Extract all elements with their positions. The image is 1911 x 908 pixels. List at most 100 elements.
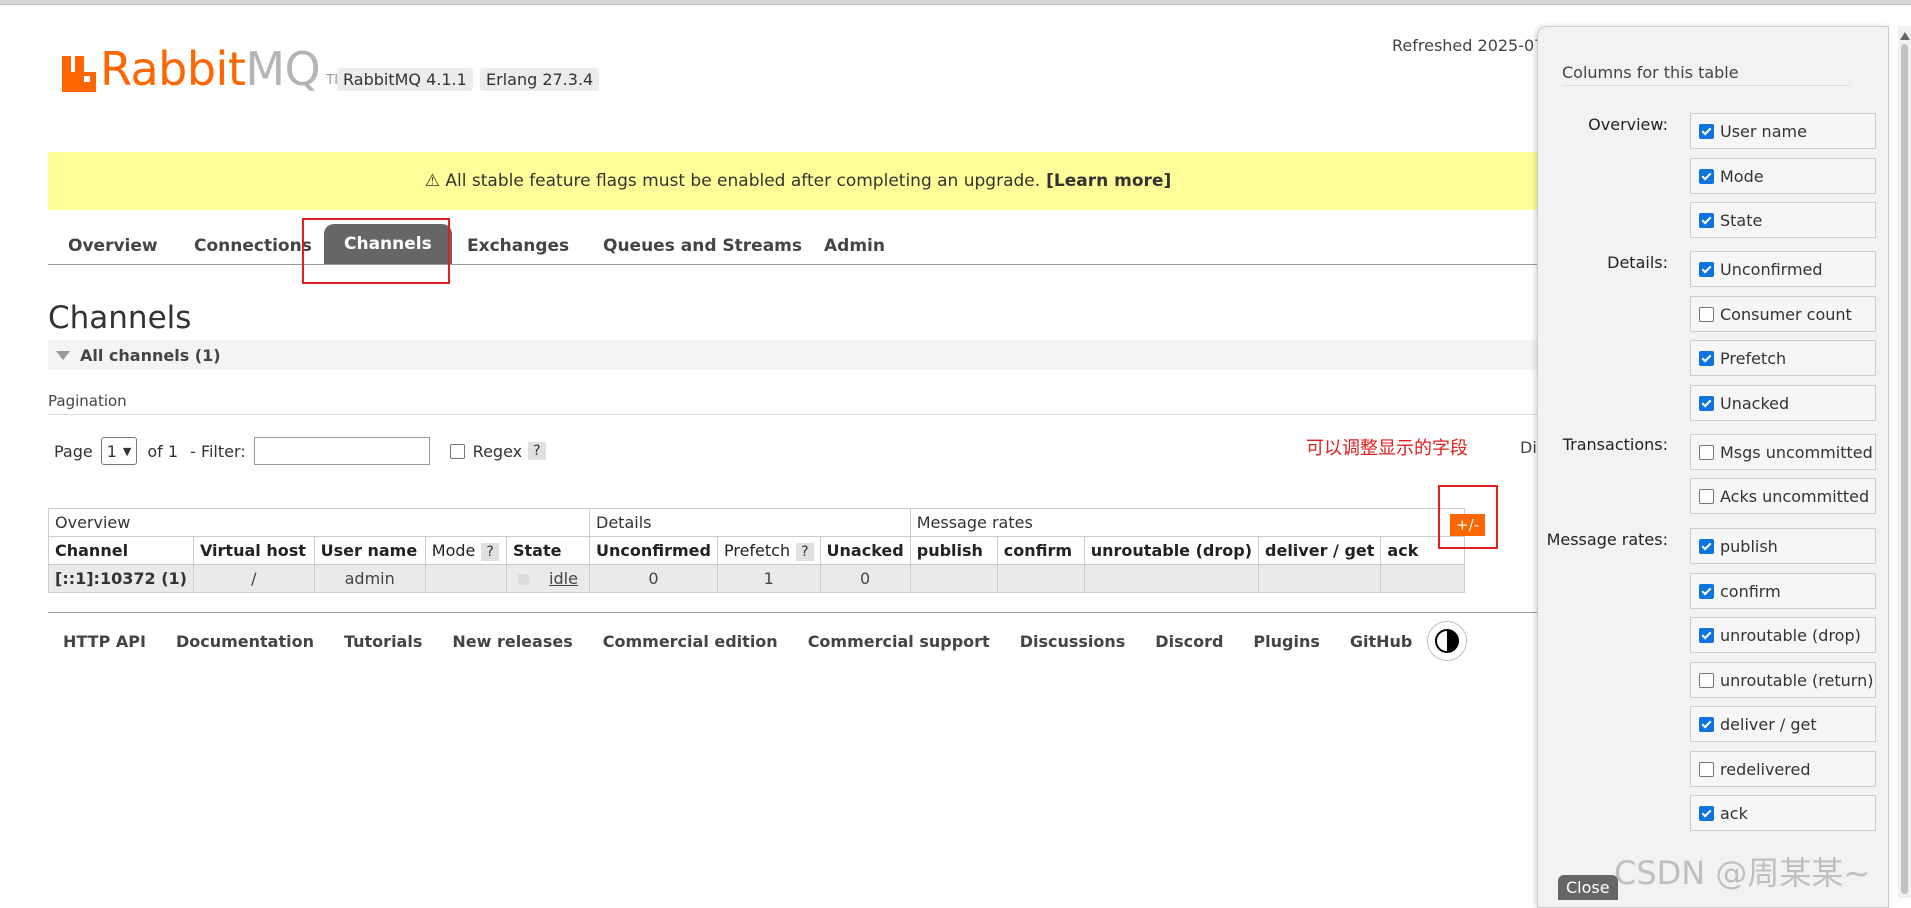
user-cell: admin (313, 564, 426, 593)
unroutable-drop-cell (1083, 564, 1260, 593)
group-label-overview: Overview: (1588, 115, 1668, 134)
main-nav-tabs: Overview Connections Channels Exchanges … (48, 220, 1548, 265)
column-option-mode[interactable]: Mode (1690, 158, 1876, 194)
group-header-details: Details (589, 508, 911, 537)
column-header-publish[interactable]: publish (909, 536, 998, 565)
filter-input[interactable] (253, 437, 430, 465)
page-select[interactable]: 1 ▼ (100, 437, 138, 465)
column-header-state[interactable]: State (506, 536, 590, 565)
column-header-channel[interactable]: Channel (48, 536, 194, 565)
channel-link[interactable]: [::1]:10372 (1) (48, 564, 194, 593)
column-option-unconfirmed[interactable]: Unconfirmed (1690, 251, 1876, 287)
column-option-publish[interactable]: publish (1690, 528, 1876, 564)
deliver-get-cell (1258, 564, 1382, 593)
unconfirmed-cell: 0 (589, 564, 718, 593)
rabbitmq-logo[interactable]: RabbitMQ TM (62, 46, 345, 92)
column-option-consumer-count[interactable]: Consumer count (1690, 296, 1876, 332)
checkbox-checked[interactable] (1699, 168, 1714, 184)
checkbox-unchecked[interactable] (1699, 306, 1714, 322)
close-panel-button[interactable]: Close (1558, 875, 1618, 900)
footer-link-tutorials[interactable]: Tutorials (344, 632, 422, 651)
checkbox-unchecked[interactable] (1699, 444, 1714, 460)
checkbox-checked[interactable] (1699, 212, 1714, 228)
unacked-cell: 0 (819, 564, 911, 593)
prefetch-help-button[interactable]: ? (796, 542, 814, 561)
regex-help-button[interactable]: ? (528, 442, 546, 460)
column-option-confirm[interactable]: confirm (1690, 573, 1876, 609)
column-header-unroutable-drop[interactable]: unroutable (drop) (1083, 536, 1260, 565)
column-option-unroutable-return[interactable]: unroutable (return) (1690, 662, 1876, 698)
group-label-transactions: Transactions: (1562, 435, 1668, 454)
checkbox-checked[interactable] (1699, 583, 1714, 599)
refreshed-timestamp: Refreshed 2025-07 (1392, 36, 1537, 55)
feature-flags-banner: ⚠ All stable feature flags must be enabl… (48, 152, 1548, 210)
column-header-deliver-get[interactable]: deliver / get (1258, 536, 1382, 565)
checkbox-checked[interactable] (1699, 805, 1714, 821)
footer-links: HTTP API Documentation Tutorials New rel… (63, 622, 1467, 660)
column-header-confirm[interactable]: confirm (996, 536, 1085, 565)
column-header-virtual-host[interactable]: Virtual host (192, 536, 315, 565)
footer-divider (48, 612, 1548, 613)
footer-link-plugins[interactable]: Plugins (1253, 632, 1319, 651)
scroll-up-arrow-icon[interactable] (1900, 32, 1910, 40)
page-count-label: of 1 (147, 441, 179, 461)
state-cell: idle (506, 564, 590, 593)
checkbox-unchecked[interactable] (1699, 488, 1714, 504)
ack-cell (1380, 564, 1466, 593)
column-option-prefetch[interactable]: Prefetch (1690, 340, 1876, 376)
checkbox-checked[interactable] (1699, 538, 1714, 554)
column-option-redelivered[interactable]: redelivered (1690, 751, 1876, 787)
pagination-divider (48, 414, 1548, 415)
footer-link-http-api[interactable]: HTTP API (63, 632, 146, 651)
page-scrollbar[interactable] (1898, 26, 1911, 898)
column-option-deliver-get[interactable]: deliver / get (1690, 706, 1876, 742)
column-header-prefetch[interactable]: Prefetch? (716, 536, 821, 565)
truncated-text: Di (1520, 438, 1537, 457)
tab-queues-and-streams[interactable]: Queues and Streams (593, 230, 812, 262)
group-label-message-rates: Message rates: (1546, 530, 1668, 549)
filter-label: - Filter: (190, 441, 246, 461)
learn-more-link[interactable]: [Learn more] (1046, 171, 1171, 191)
chevron-down-icon: ▼ (122, 444, 132, 458)
footer-link-github[interactable]: GitHub (1350, 632, 1413, 651)
scrollbar-thumb[interactable] (1901, 44, 1908, 894)
column-header-unacked[interactable]: Unacked (819, 536, 911, 565)
page-label: Page (54, 441, 93, 461)
checkbox-checked[interactable] (1699, 716, 1714, 732)
column-header-mode[interactable]: Mode? (424, 536, 508, 565)
footer-link-discord[interactable]: Discord (1155, 632, 1223, 651)
column-header-user-name[interactable]: User name (313, 536, 426, 565)
column-option-acks-uncommitted[interactable]: Acks uncommitted (1690, 478, 1876, 514)
checkbox-checked[interactable] (1699, 350, 1714, 366)
theme-toggle-icon[interactable] (1428, 622, 1467, 660)
section-label: All channels (1) (80, 345, 221, 365)
regex-checkbox[interactable] (449, 443, 465, 459)
footer-link-documentation[interactable]: Documentation (176, 632, 314, 651)
footer-link-commercial-edition[interactable]: Commercial edition (603, 632, 778, 651)
checkbox-checked[interactable] (1699, 627, 1714, 643)
footer-link-commercial-support[interactable]: Commercial support (808, 632, 990, 651)
tab-admin[interactable]: Admin (814, 230, 895, 262)
checkbox-checked[interactable] (1699, 395, 1714, 411)
annotation-text: 可以调整显示的字段 (1306, 438, 1468, 459)
all-channels-section-toggle[interactable]: All channels (1) (48, 340, 1548, 370)
mode-help-button[interactable]: ? (481, 542, 499, 561)
column-option-ack[interactable]: ack (1690, 795, 1876, 831)
column-option-unroutable-drop[interactable]: unroutable (drop) (1690, 617, 1876, 653)
group-header-message-rates: Message rates (909, 508, 1466, 537)
footer-link-discussions[interactable]: Discussions (1020, 632, 1126, 651)
column-option-user-name[interactable]: User name (1690, 113, 1876, 149)
checkbox-checked[interactable] (1699, 261, 1714, 277)
tab-exchanges[interactable]: Exchanges (457, 230, 579, 262)
checkbox-unchecked[interactable] (1699, 672, 1714, 688)
column-option-unacked[interactable]: Unacked (1690, 385, 1876, 421)
checkbox-unchecked[interactable] (1699, 761, 1714, 777)
column-header-unconfirmed[interactable]: Unconfirmed (589, 536, 718, 565)
checkbox-checked[interactable] (1699, 123, 1714, 139)
tab-overview[interactable]: Overview (58, 230, 168, 262)
mode-cell (424, 564, 508, 593)
footer-link-new-releases[interactable]: New releases (452, 632, 572, 651)
column-option-state[interactable]: State (1690, 202, 1876, 238)
column-option-msgs-uncommitted[interactable]: Msgs uncommitted (1690, 434, 1876, 470)
rabbitmq-version-badge: RabbitMQ 4.1.1 (337, 68, 473, 91)
